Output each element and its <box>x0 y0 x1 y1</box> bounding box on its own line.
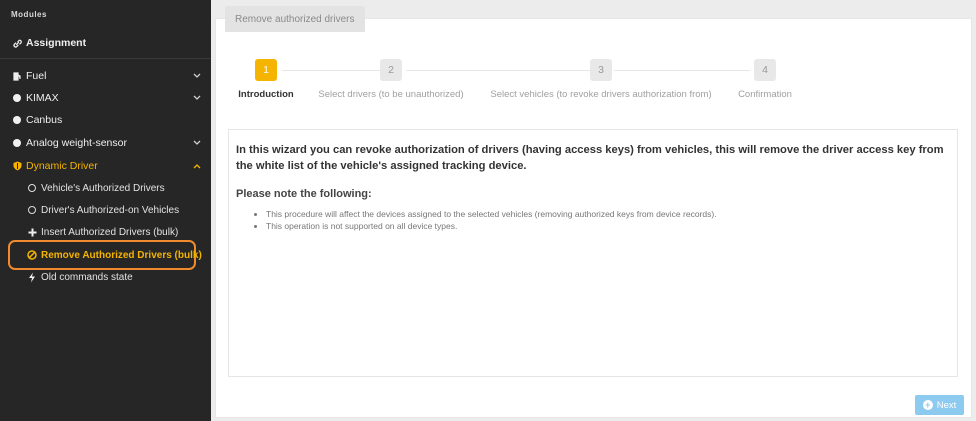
sidebar-item-assignment[interactable]: Assignment <box>0 32 211 54</box>
sidebar-item-canbus[interactable]: Canbus <box>0 109 211 131</box>
sidebar-item-kimax[interactable]: KIMAX <box>0 87 211 109</box>
step-number: 3 <box>590 59 612 81</box>
sidebar-item-fuel[interactable]: Fuel <box>0 65 211 87</box>
chevron-down-icon <box>187 140 207 146</box>
step-label: Introduction <box>238 89 294 100</box>
chevron-down-icon <box>187 95 207 101</box>
sidebar-item-label: Old commands state <box>41 271 133 283</box>
list-item: This operation is not supported on all d… <box>266 221 950 231</box>
step-number: 1 <box>255 59 277 81</box>
sidebar-subitem-drivers-authorized-on-vehicles[interactable]: Driver's Authorized-on Vehicles <box>0 199 211 221</box>
fuel-icon <box>10 71 24 81</box>
sidebar-item-dynamic-driver[interactable]: Dynamic Driver <box>0 155 211 177</box>
wizard-step-introduction[interactable]: 1 Introduction <box>237 59 295 100</box>
sidebar-item-analog-weight-sensor[interactable]: Analog weight-sensor <box>0 132 211 154</box>
next-button[interactable]: + Next <box>915 395 964 415</box>
intro-text: In this wizard you can revoke authorizat… <box>236 144 944 172</box>
circle-icon <box>10 94 24 102</box>
main-area: 1 Introduction 2 Select drivers (to be u… <box>211 0 976 421</box>
chevron-down-icon <box>187 73 207 79</box>
step-number: 4 <box>754 59 776 81</box>
sidebar-item-label: Canbus <box>26 114 63 126</box>
ring-icon <box>25 184 39 192</box>
chevron-up-icon <box>187 163 207 169</box>
sidebar-divider <box>0 58 211 59</box>
sidebar-item-label: Vehicle's Authorized Drivers <box>41 182 165 194</box>
sidebar-subitem-old-commands-state[interactable]: Old commands state <box>0 266 211 288</box>
step-number: 2 <box>380 59 402 81</box>
sidebar-item-label: Assignment <box>26 37 87 49</box>
sidebar-item-label: Fuel <box>26 70 47 82</box>
bolt-icon <box>25 272 39 283</box>
plus-icon <box>25 228 39 237</box>
ban-icon <box>25 250 39 260</box>
sidebar-subitem-vehicles-authorized-drivers[interactable]: Vehicle's Authorized Drivers <box>0 177 211 199</box>
sidebar-item-label: Insert Authorized Drivers (bulk) <box>41 226 179 238</box>
wizard-step-confirmation[interactable]: 4 Confirmation <box>733 59 797 100</box>
circle-icon <box>10 116 24 124</box>
plus-circle-icon: + <box>922 400 933 410</box>
wizard-step-select-drivers[interactable]: 2 Select drivers (to be unauthorized) <box>315 59 467 100</box>
sidebar-item-label: Dynamic Driver <box>26 160 98 172</box>
tab-label: Remove authorized drivers <box>235 13 355 25</box>
note-heading: Please note the following: <box>236 188 372 200</box>
sidebar-item-label: KIMAX <box>26 92 59 104</box>
sidebar-subitem-remove-authorized-drivers[interactable]: Remove Authorized Drivers (bulk) <box>0 244 211 266</box>
tab-remove-authorized-drivers[interactable]: Remove authorized drivers <box>225 6 365 32</box>
sidebar-item-label: Driver's Authorized-on Vehicles <box>41 204 180 216</box>
step-label: Confirmation <box>738 89 792 100</box>
sidebar: Modules Assignment Fuel KIMAX Canbus Ana… <box>0 0 211 421</box>
wizard-panel: 1 Introduction 2 Select drivers (to be u… <box>215 18 972 418</box>
sidebar-item-label: Remove Authorized Drivers (bulk) <box>41 249 202 261</box>
wizard-step-select-vehicles[interactable]: 3 Select vehicles (to revoke drivers aut… <box>486 59 716 100</box>
sidebar-header: Modules <box>11 10 47 19</box>
circle-icon <box>10 139 24 147</box>
note-list: This procedure will affect the devices a… <box>236 209 950 231</box>
next-button-label: Next <box>936 399 957 411</box>
ring-icon <box>25 206 39 214</box>
list-item: This procedure will affect the devices a… <box>266 209 950 219</box>
step-label: Select vehicles (to revoke drivers autho… <box>490 89 712 100</box>
shield-icon <box>10 161 24 171</box>
intro-content-box: In this wizard you can revoke authorizat… <box>228 129 958 377</box>
link-icon <box>10 38 24 49</box>
sidebar-item-label: Analog weight-sensor <box>26 137 127 149</box>
step-label: Select drivers (to be unauthorized) <box>318 89 464 100</box>
